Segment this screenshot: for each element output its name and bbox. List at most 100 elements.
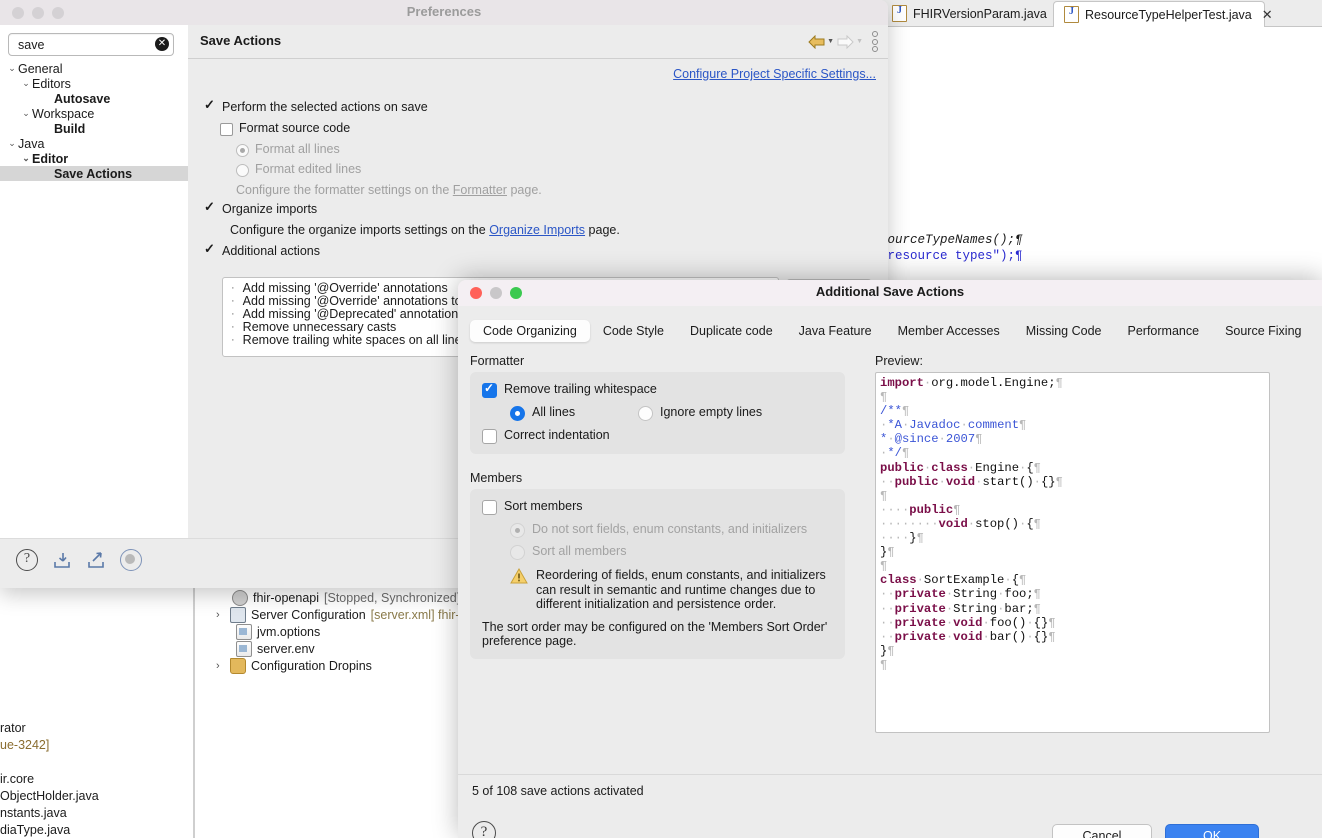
checkbox-icon[interactable]	[204, 199, 216, 215]
organize-imports-checkbox-row[interactable]: Organize imports	[204, 199, 317, 216]
sidebar-item-label: Java	[18, 136, 45, 151]
explorer-fragment-0[interactable]: rator	[0, 721, 26, 735]
remove-trailing-whitespace-row[interactable]: Remove trailing whitespace	[482, 381, 833, 398]
chevron-down-icon[interactable]: ⌄	[20, 78, 32, 89]
explorer-fragment-1[interactable]: ue-3242]	[0, 738, 49, 752]
sidebar-item-workspace[interactable]: ⌄ Workspace	[0, 106, 188, 121]
code-fragment-line-2: resource types");¶	[880, 249, 1023, 263]
organize-imports-note: Configure the organize imports settings …	[230, 223, 620, 237]
radio-label: Sort all members	[532, 544, 627, 558]
formatter-group-label: Formatter	[470, 354, 525, 368]
additional-actions-checkbox-row[interactable]: Additional actions	[204, 241, 320, 258]
ok-button[interactable]: OK	[1165, 824, 1259, 838]
export-icon[interactable]	[86, 551, 106, 569]
search-input[interactable]	[16, 36, 140, 54]
page-title: Save Actions	[200, 33, 282, 48]
bullet-icon: ·	[231, 294, 235, 307]
ignore-empty-lines-radio-row[interactable]: Ignore empty lines	[638, 405, 762, 421]
help-icon[interactable]: ?	[472, 821, 496, 838]
sidebar-item-autosave[interactable]: Autosave	[0, 91, 188, 106]
code-line: }¶	[880, 643, 895, 658]
tab-performance[interactable]: Performance	[1115, 320, 1213, 342]
window-title: Preferences	[406, 4, 482, 19]
checkbox-icon[interactable]	[482, 500, 497, 515]
tab-java-feature[interactable]: Java Feature	[786, 320, 885, 342]
cancel-button[interactable]: Cancel	[1052, 824, 1152, 838]
more-options-icon[interactable]	[872, 31, 878, 52]
code-line: ·*A·Javadoc·comment¶	[880, 418, 1027, 433]
checkbox-icon[interactable]	[482, 429, 497, 444]
explorer-row-configuration-dropins[interactable]: › Configuration Dropins	[216, 658, 372, 674]
chevron-down-icon[interactable]: ⌄	[6, 138, 18, 149]
chevron-down-icon[interactable]: ⌄	[6, 63, 18, 74]
radio-label: Format all lines	[255, 142, 340, 156]
radio-icon	[236, 144, 249, 157]
chevron-down-icon[interactable]: ⌄	[20, 108, 32, 119]
tab-source-fixing[interactable]: Source Fixing	[1212, 320, 1314, 342]
sidebar-item-java[interactable]: ⌄ Java	[0, 136, 188, 151]
explorer-fragment-5[interactable]: diaType.java	[0, 823, 70, 837]
preview-section: Preview: import·org.model.Engine;¶ ¶/**¶ ·…	[875, 354, 1270, 733]
sidebar-item-general[interactable]: ⌄ General	[0, 61, 188, 76]
all-lines-radio-row[interactable]: All lines	[510, 405, 638, 421]
additional-save-actions-dialog[interactable]: Additional Save Actions Code Organizing …	[458, 280, 1322, 838]
search-field-wrapper[interactable]: ✕	[8, 33, 174, 56]
checkbox-icon[interactable]	[220, 123, 233, 136]
tab-unnecessary-code[interactable]: Unnecessary	[1315, 320, 1322, 342]
editor-tab-fhirversionparam[interactable]: FHIRVersionParam.java	[882, 1, 1066, 26]
formatter-link[interactable]: Formatter	[453, 183, 507, 197]
explorer-row-server-configuration[interactable]: › Server Configuration [server.xml] fhir…	[216, 607, 466, 623]
explorer-fragment-4[interactable]: nstants.java	[0, 806, 67, 820]
tree-twisty[interactable]: ›	[216, 609, 225, 621]
preferences-title-bar[interactable]: Preferences	[0, 0, 888, 25]
configure-project-specific-settings-link[interactable]: Configure Project Specific Settings...	[673, 67, 876, 81]
correct-indentation-row[interactable]: Correct indentation	[482, 428, 833, 444]
tab-code-style[interactable]: Code Style	[590, 320, 677, 342]
sidebar-item-label: Autosave	[54, 91, 111, 106]
checkbox-icon[interactable]	[204, 97, 216, 113]
chevron-down-icon[interactable]: ⌄	[20, 153, 32, 164]
forward-button[interactable]: ▼	[837, 34, 863, 49]
checkbox-icon[interactable]	[482, 381, 497, 398]
record-icon[interactable]	[120, 549, 142, 571]
import-icon[interactable]	[52, 551, 72, 569]
chevron-down-icon[interactable]: ▼	[827, 38, 834, 45]
radio-icon[interactable]	[638, 406, 653, 421]
format-source-code-checkbox-row[interactable]: Format source code	[220, 121, 350, 136]
tab-missing-code[interactable]: Missing Code	[1013, 320, 1115, 342]
radio-icon[interactable]	[510, 406, 525, 421]
organize-imports-link[interactable]: Organize Imports	[489, 223, 585, 237]
tab-code-organizing[interactable]: Code Organizing	[470, 320, 590, 342]
sidebar-item-label: Workspace	[32, 106, 95, 121]
close-icon[interactable]: ✕	[1262, 8, 1273, 21]
preview-code-area[interactable]: import·org.model.Engine;¶ ¶/**¶ ·*A·Javado…	[875, 372, 1270, 733]
back-arrow-icon	[808, 34, 825, 49]
chevron-down-icon[interactable]: ▼	[856, 38, 863, 45]
tree-twisty[interactable]: ›	[216, 660, 225, 672]
sidebar-item-editors[interactable]: ⌄ Editors	[0, 76, 188, 91]
explorer-row-jvm-options[interactable]: jvm.options	[236, 624, 320, 640]
dialog-title-bar[interactable]: Additional Save Actions	[458, 280, 1322, 306]
list-item-label: Remove trailing white spaces on all line…	[242, 332, 468, 347]
sidebar-item-build[interactable]: Build	[0, 121, 188, 136]
explorer-row-server-env[interactable]: server.env	[236, 641, 315, 657]
sidebar-item-editor[interactable]: ⌄ Editor	[0, 151, 188, 166]
explorer-row-fhir-openapi[interactable]: fhir-openapi [Stopped, Synchronized]	[218, 590, 460, 606]
sidebar-item-save-actions[interactable]: Save Actions	[0, 166, 188, 181]
code-line: import·org.model.Engine;¶	[880, 376, 1063, 390]
formatter-note-suffix: page.	[506, 183, 542, 197]
perform-on-save-checkbox-row[interactable]: Perform the selected actions on save	[204, 97, 428, 114]
explorer-fragment-2[interactable]: ir.core	[0, 772, 34, 786]
doc-icon	[236, 624, 252, 640]
clear-search-icon[interactable]: ✕	[155, 37, 169, 51]
editor-tab-resourcetypehelpertest[interactable]: ResourceTypeHelperTest.java ✕	[1053, 1, 1273, 27]
back-button[interactable]: ▼	[808, 34, 834, 49]
checkbox-icon[interactable]	[204, 241, 216, 257]
code-line: ····public¶	[880, 502, 961, 517]
tab-member-accesses[interactable]: Member Accesses	[885, 320, 1013, 342]
bullet-icon: ·	[231, 333, 235, 346]
explorer-fragment-3[interactable]: ObjectHolder.java	[0, 789, 99, 803]
sort-members-row[interactable]: Sort members	[482, 499, 833, 515]
help-icon[interactable]: ?	[16, 549, 38, 571]
tab-duplicate-code[interactable]: Duplicate code	[677, 320, 786, 342]
